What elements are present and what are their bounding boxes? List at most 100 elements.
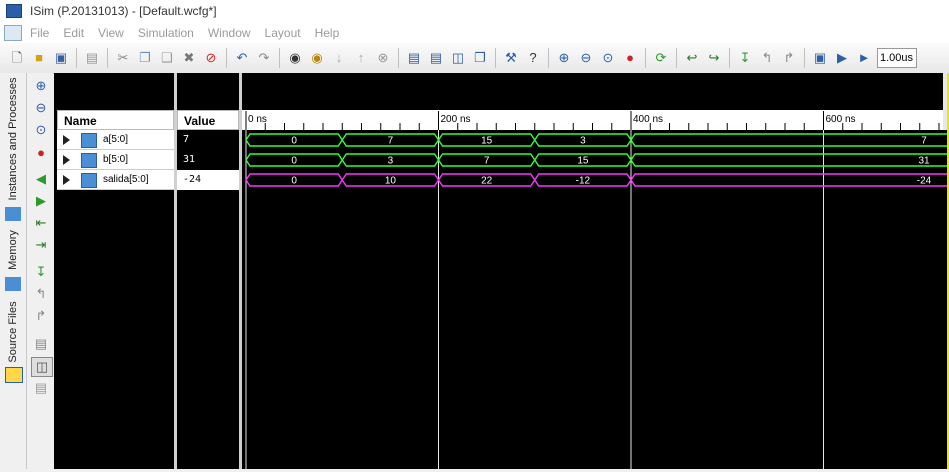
tab-source-files-label: Source Files [7, 301, 19, 363]
cancel-icon[interactable]: ⊗ [374, 49, 392, 67]
print-icon[interactable]: ▤ [83, 49, 101, 67]
find-next-icon[interactable]: ◉ [308, 49, 326, 67]
memory-icon[interactable] [0, 277, 26, 293]
tile-horizontal-icon[interactable]: ▤ [427, 49, 445, 67]
tab-instances-processes-label: Instances and Processes [7, 77, 19, 201]
signal-name-panel: Name a[5:0] b[5:0] salida[5:0] [54, 73, 174, 469]
arrow-down-icon[interactable]: ↓ [330, 49, 348, 67]
expand-arrow-icon[interactable] [63, 175, 70, 185]
restart-icon[interactable]: ↩ [683, 49, 701, 67]
zoom-full-icon[interactable]: ● [31, 143, 51, 161]
waveform-canvas[interactable]: 0 ns 200 ns 400 ns 600 ns 0 7 15 3 7 0 3 7 15 31 0 10 22… [242, 73, 949, 469]
stop-icon[interactable]: ⊘ [202, 49, 220, 67]
bus-value-label: 3 [388, 156, 394, 167]
swap-cursors-icon[interactable]: ▤ [31, 335, 51, 353]
step-back-icon[interactable]: ↱ [780, 49, 798, 67]
bus-signal-icon [81, 133, 97, 148]
go-to-end-icon[interactable]: ▶ [31, 192, 51, 210]
side-tab-strip: Instances and Processes Memory Source Fi… [0, 73, 27, 469]
tab-memory[interactable]: Memory [0, 225, 26, 275]
run-icon[interactable]: ↪ [705, 49, 723, 67]
tab-source-files[interactable]: Source Files [0, 299, 26, 365]
relaunch-icon[interactable]: ▣ [811, 49, 829, 67]
bus-value-label: 7 [921, 136, 927, 147]
arrow-up-icon[interactable]: ↑ [352, 49, 370, 67]
arrange-icon[interactable]: ❐ [471, 49, 489, 67]
tile-vertical-icon[interactable]: ◫ [449, 49, 467, 67]
floating-ruler-icon[interactable]: ▤ [31, 379, 51, 397]
tab-memory-label: Memory [7, 230, 19, 270]
toolbar: 🗋 ■ ▣ ▤ ✂ ❐ ❑ ✖ ⊘ ↶ ↷ ◉ ◉ ↓ ↑ ⊗ ▤ ▤ ◫ ❐ … [0, 43, 949, 74]
menu-layout[interactable]: Layout [265, 26, 301, 40]
copy-icon[interactable]: ❐ [136, 49, 154, 67]
menu-edit[interactable]: Edit [63, 26, 84, 40]
menu-simulation[interactable]: Simulation [138, 26, 194, 40]
bus-value-label: 0 [291, 176, 297, 187]
ruler-label: 200 ns [441, 114, 471, 125]
zoom-in-icon[interactable]: ⊕ [555, 49, 573, 67]
zoom-in-icon[interactable]: ⊕ [31, 77, 51, 95]
run-all-icon[interactable]: ▶ [833, 49, 851, 67]
menu-window[interactable]: Window [208, 26, 251, 40]
step-over-icon[interactable]: ↰ [758, 49, 776, 67]
open-folder-icon[interactable]: ■ [30, 49, 48, 67]
menu-bar: File Edit View Simulation Window Layout … [0, 22, 949, 43]
bus-value-label: 15 [577, 156, 589, 167]
bus-value-label: 15 [481, 136, 493, 147]
tab-instances-processes[interactable]: Instances and Processes [0, 73, 26, 203]
bus-value-label: 10 [385, 176, 397, 187]
zoom-full-icon[interactable]: ● [621, 49, 639, 67]
window-menu-icon[interactable] [4, 24, 22, 41]
bus-value-label: 0 [291, 136, 297, 147]
previous-marker-icon[interactable]: ↰ [31, 285, 51, 303]
signal-row-b[interactable]: b[5:0] [57, 150, 174, 170]
expand-arrow-icon[interactable] [63, 135, 70, 145]
cascade-windows-icon[interactable]: ▤ [405, 49, 423, 67]
signal-row-a[interactable]: a[5:0] [57, 130, 174, 150]
next-marker-icon[interactable]: ↱ [31, 307, 51, 325]
previous-transition-icon[interactable]: ⇤ [31, 214, 51, 232]
find-icon[interactable]: ◉ [286, 49, 304, 67]
new-file-icon[interactable]: 🗋 [8, 49, 26, 67]
signal-row-salida[interactable]: salida[5:0] [57, 170, 174, 190]
step-icon[interactable]: ↧ [736, 49, 754, 67]
name-column-header[interactable]: Name [57, 110, 174, 130]
signal-value-b: 31 [177, 150, 239, 170]
refresh-icon[interactable]: ⟳ [652, 49, 670, 67]
snap-to-transition-icon[interactable]: ◫ [31, 357, 53, 377]
wrench-icon[interactable]: ⚒ [502, 49, 520, 67]
signal-value-salida: -24 [177, 170, 239, 190]
redo-icon[interactable]: ↷ [255, 49, 273, 67]
delete-icon[interactable]: ✖ [180, 49, 198, 67]
source-files-icon[interactable] [0, 365, 26, 383]
menu-help[interactable]: Help [315, 26, 340, 40]
waveform-panel[interactable]: 0 ns 200 ns 400 ns 600 ns 0 7 15 3 7 0 3 7 15 31 0 10 22… [242, 73, 949, 469]
save-icon[interactable]: ▣ [52, 49, 70, 67]
cut-icon[interactable]: ✂ [114, 49, 132, 67]
add-marker-icon[interactable]: ↧ [31, 263, 51, 281]
next-transition-icon[interactable]: ⇥ [31, 236, 51, 254]
undo-icon[interactable]: ↶ [233, 49, 251, 67]
go-to-start-icon[interactable]: ◀ [31, 170, 51, 188]
expand-arrow-icon[interactable] [63, 155, 70, 165]
signal-name: b[5:0] [103, 154, 129, 165]
bus-segment [630, 133, 949, 147]
signal-value-a: 7 [177, 130, 239, 150]
bus-value-label: -12 [576, 176, 591, 187]
paste-icon[interactable]: ❑ [158, 49, 176, 67]
run-time-field[interactable]: 1.00us [877, 48, 917, 68]
zoom-fit-icon[interactable]: ⊙ [31, 121, 51, 139]
bus-value-label: 22 [481, 176, 493, 187]
menu-file[interactable]: File [30, 26, 49, 40]
zoom-out-icon[interactable]: ⊖ [577, 49, 595, 67]
zoom-out-icon[interactable]: ⊖ [31, 99, 51, 117]
bus-signal-icon [81, 153, 97, 168]
run-for-icon[interactable]: ► [855, 49, 873, 67]
help-cursor-icon[interactable]: ? [524, 49, 542, 67]
bus-signal-icon [81, 173, 97, 188]
menu-view[interactable]: View [98, 26, 124, 40]
instances-icon[interactable] [0, 205, 26, 221]
value-column-header[interactable]: Value [177, 110, 239, 130]
zoom-fit-icon[interactable]: ⊙ [599, 49, 617, 67]
ruler-label: 600 ns [826, 114, 856, 125]
